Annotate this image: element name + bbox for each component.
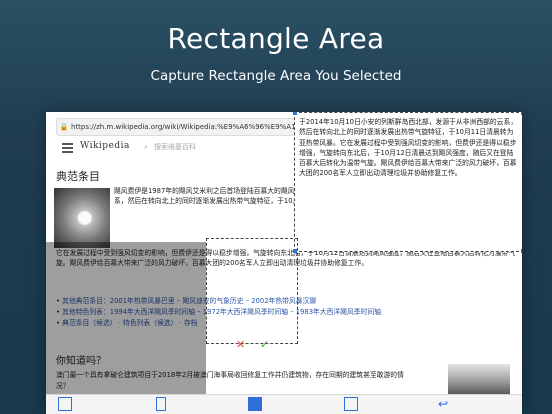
selection-rectangle[interactable]: 于2014年10月10日小安的列斯群岛西北部，发源于从非洲西部的云系，然后在转向… — [293, 112, 522, 253]
resize-handle[interactable] — [521, 249, 522, 253]
menu-icon[interactable] — [62, 143, 73, 153]
search-placeholder: 搜索维基百科 — [154, 143, 196, 151]
cancel-icon[interactable]: ✕ — [236, 338, 245, 351]
scroll-capture-icon[interactable] — [344, 397, 358, 411]
wiki-logo: Wikipedia — [80, 141, 130, 151]
undo-icon[interactable]: ↩ — [438, 397, 452, 411]
bottom-toolbar: ↩ — [46, 394, 522, 414]
resize-handle[interactable] — [521, 112, 522, 115]
dim-overlay — [46, 242, 206, 394]
rectangle-capture-icon[interactable] — [248, 397, 262, 411]
wiki-search[interactable]: ⌕ 搜索维基百科 — [144, 140, 294, 154]
selection-extension[interactable] — [206, 238, 298, 344]
search-icon: ⌕ — [144, 143, 148, 151]
lock-icon: 🔒 — [59, 123, 69, 131]
section-title-featured: 典范条目 — [56, 170, 100, 183]
selection-text: 于2014年10月10日小安的列斯群岛西北部，发源于从非洲西部的云系，然后在转向… — [299, 118, 518, 178]
device-screenshot: 🔒 https://zh.m.wikipedia.org/wiki/Wikiped… — [46, 112, 522, 414]
dyk-image[interactable] — [448, 364, 510, 394]
hero-subtitle: Capture Rectangle Area You Selected — [150, 68, 402, 84]
document-icon[interactable] — [156, 397, 166, 411]
featured-image[interactable] — [54, 188, 110, 248]
resize-handle[interactable] — [293, 112, 297, 115]
full-page-icon[interactable] — [58, 397, 72, 411]
hero-title: Rectangle Area — [167, 22, 385, 55]
confirm-icon[interactable]: ✓ — [260, 338, 269, 351]
address-bar-url: https://zh.m.wikipedia.org/wiki/Wikipedi… — [71, 123, 312, 131]
wiki-header: Wikipedia ⌕ 搜索维基百科 — [46, 138, 296, 162]
